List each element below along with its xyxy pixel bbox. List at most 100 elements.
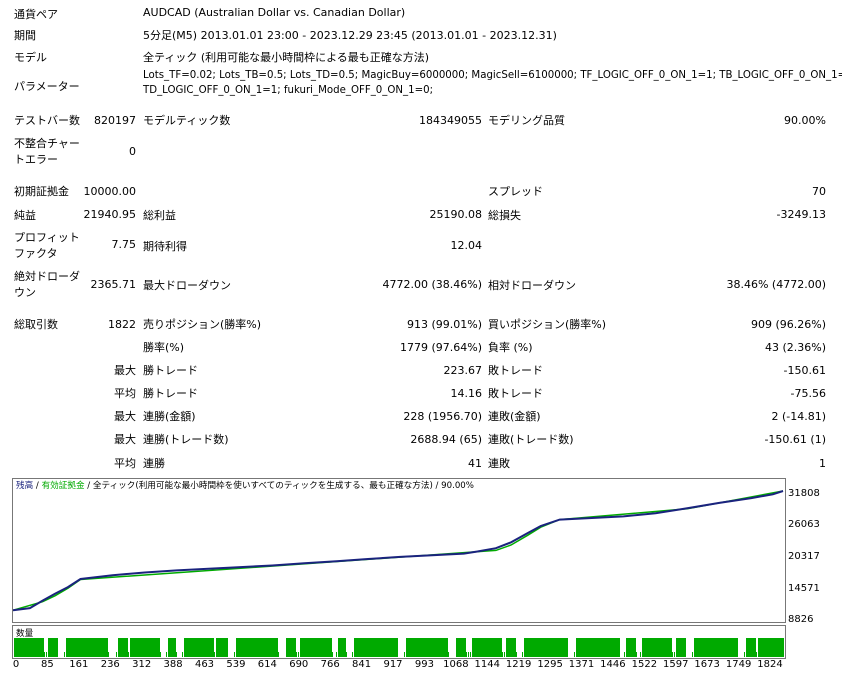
volume-bar <box>410 638 412 657</box>
model-quality-label: モデリング品質 <box>488 114 565 127</box>
volume-bar <box>732 638 734 657</box>
max-consec-wins-trades-label: 連勝(トレード数) <box>143 433 229 446</box>
volume-bar <box>706 638 708 657</box>
volume-bar <box>476 638 478 657</box>
volume-bar <box>50 638 52 657</box>
y-tick-label: 26063 <box>788 519 820 530</box>
volume-bar <box>598 638 600 657</box>
max-dd-label: 最大ドローダウン <box>143 279 231 292</box>
volume-bar <box>64 652 65 657</box>
volume-bar <box>434 638 436 657</box>
volume-bar <box>300 638 302 657</box>
equity-line <box>13 490 784 612</box>
volume-bar <box>636 652 637 657</box>
largest-win-value: 223.67 <box>443 364 483 377</box>
volume-bar <box>720 638 722 657</box>
volume-bar <box>516 652 517 657</box>
volume-bar <box>36 638 38 657</box>
total-trades-value: 1822 <box>108 318 136 331</box>
volume-bar <box>416 638 418 657</box>
volume-bar <box>662 638 664 657</box>
volume-bar <box>340 638 342 657</box>
volume-bar <box>346 652 347 657</box>
volume-bar <box>552 638 554 657</box>
volume-bar <box>592 638 594 657</box>
volume-bar <box>182 652 183 657</box>
volume-bar <box>530 638 532 657</box>
volume-bar <box>166 652 167 657</box>
volume-bar <box>578 638 580 657</box>
volume-bar <box>624 652 625 657</box>
max-consec-losses-trades-label: 連敗(トレード数) <box>488 433 574 446</box>
volume-bar <box>134 638 136 657</box>
y-tick-label: 14571 <box>788 583 820 594</box>
volume-bar <box>308 638 310 657</box>
volume-bar <box>32 638 34 657</box>
volume-bar <box>218 638 220 657</box>
volume-bar <box>278 652 279 657</box>
volume-bar <box>524 638 526 657</box>
volume-bar <box>132 638 134 657</box>
volume-bar <box>236 638 238 657</box>
volume-bar <box>260 638 262 657</box>
short-positions-label: 売りポジション(勝率%) <box>143 318 262 331</box>
volume-bar <box>324 638 326 657</box>
volume-bar <box>580 638 582 657</box>
volume-bar <box>312 638 314 657</box>
volume-bar <box>42 638 44 657</box>
volume-bar <box>256 638 258 657</box>
model-quality-value: 90.00% <box>784 114 826 127</box>
volume-bar <box>248 638 250 657</box>
volume-bar <box>92 638 94 657</box>
volume-bar <box>336 652 337 657</box>
volume-bar <box>366 638 368 657</box>
volume-bar <box>394 638 396 657</box>
volume-bar <box>478 638 480 657</box>
volume-bar <box>52 638 54 657</box>
volume-bar <box>188 638 190 657</box>
test-bars-label: テストバー数 <box>14 114 80 127</box>
volume-bar <box>482 638 484 657</box>
volume-bar <box>320 638 322 657</box>
volume-bar <box>700 638 702 657</box>
gross-loss-label: 総損失 <box>488 209 521 222</box>
volume-bar <box>498 638 500 657</box>
model-label: モデル <box>14 51 47 64</box>
volume-bar <box>704 638 706 657</box>
volume-bar <box>508 638 510 657</box>
max-consec-losses-money-label: 連敗(金額) <box>488 410 541 423</box>
volume-bar <box>544 638 546 657</box>
volume-bar <box>16 638 18 657</box>
volume-bar <box>306 638 308 657</box>
volume-bar <box>70 638 72 657</box>
volume-bar <box>80 638 82 657</box>
volume-bar <box>82 638 84 657</box>
spread-label: スプレッド <box>488 185 543 198</box>
volume-bar <box>390 638 392 657</box>
x-tick-label: 1219 <box>505 659 532 670</box>
volume-bar <box>354 638 356 657</box>
volume-bar <box>126 638 128 657</box>
volume-bar <box>24 638 26 657</box>
volume-bar <box>370 638 372 657</box>
x-tick-label: 539 <box>226 659 246 670</box>
volume-bar <box>304 638 306 657</box>
volume-bar <box>480 638 482 657</box>
avg-consec-losses-value: 1 <box>819 457 826 470</box>
x-tick-label: 841 <box>352 659 372 670</box>
volume-bar <box>554 638 556 657</box>
volume-bar <box>372 638 374 657</box>
volume-bar <box>510 638 512 657</box>
volume-bar <box>502 652 503 657</box>
symbol-label: 通貨ペア <box>14 8 58 21</box>
volume-bar <box>318 638 320 657</box>
volume-bar <box>432 638 434 657</box>
volume-bar <box>176 652 177 657</box>
volume-bar <box>556 638 558 657</box>
volume-bar <box>628 638 630 657</box>
volume-bar <box>216 638 218 657</box>
volume-bar <box>146 638 148 657</box>
volume-bar <box>716 638 718 657</box>
balance-chart-svg <box>13 490 784 612</box>
volume-bar <box>360 638 362 657</box>
